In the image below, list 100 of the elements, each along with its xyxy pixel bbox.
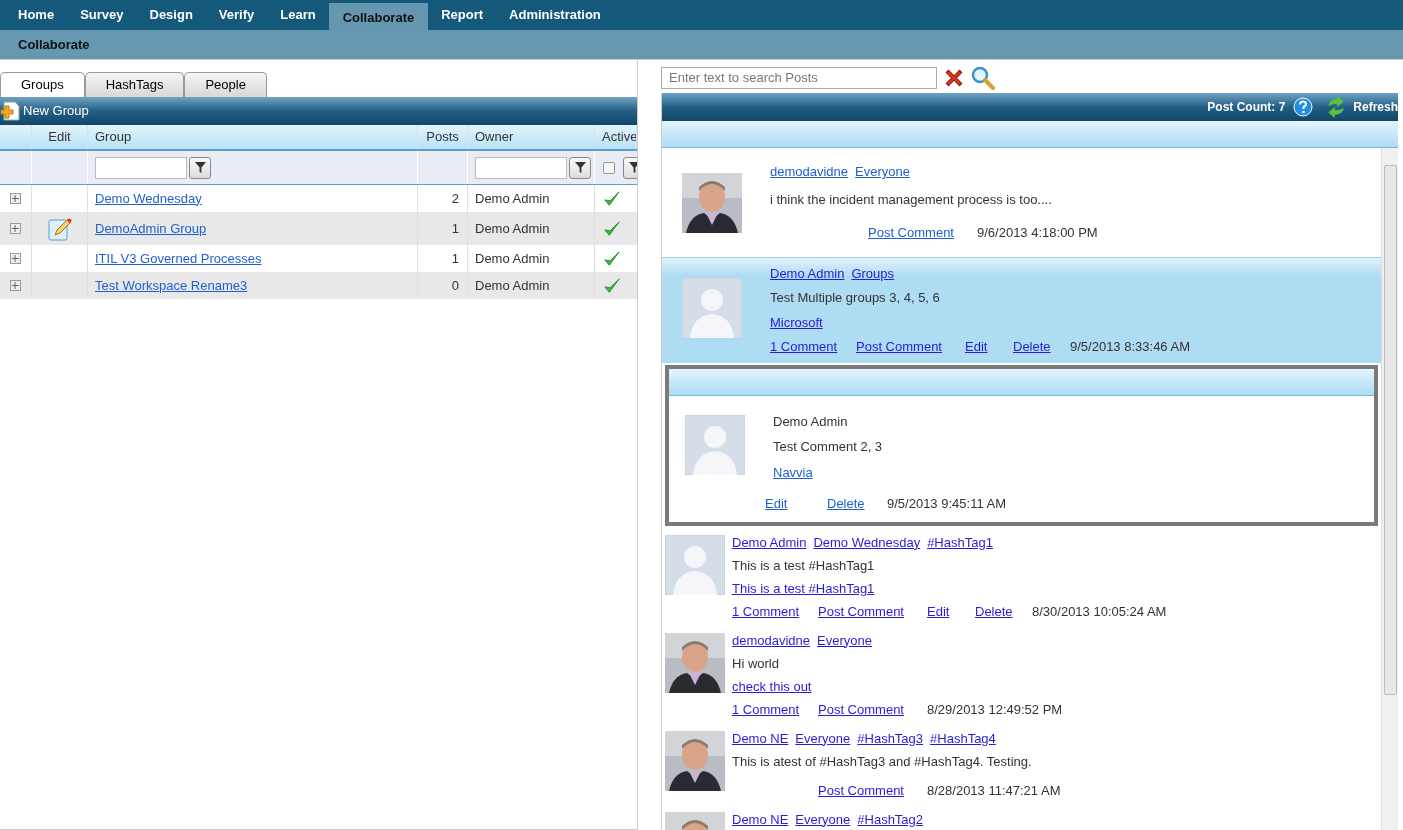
tag-link[interactable]: Everyone xyxy=(795,808,851,830)
posts-count: 2 xyxy=(451,189,459,208)
post-comment-link[interactable]: Post Comment xyxy=(856,339,942,354)
filter-icon xyxy=(574,162,586,173)
column-header[interactable]: Posts xyxy=(418,125,468,149)
column-header[interactable]: Edit xyxy=(32,125,88,149)
clear-icon[interactable] xyxy=(943,66,965,89)
author-link[interactable]: Demo NE xyxy=(732,808,789,830)
post-time: 8/28/2013 11:47:21 AM xyxy=(927,781,1061,800)
new-group-button[interactable]: New Group xyxy=(0,101,89,121)
delete-link[interactable]: Delete xyxy=(827,496,865,511)
tag-link[interactable]: Groups xyxy=(851,263,895,283)
nav-tab[interactable]: Verify xyxy=(205,0,268,30)
refresh-button[interactable]: Refresh xyxy=(1325,96,1398,118)
group-link[interactable]: DemoAdmin Group xyxy=(95,218,207,239)
tag-link[interactable]: #HashTag3 xyxy=(857,727,924,749)
post-count: Post Count: 7 xyxy=(1207,99,1286,116)
edit-link[interactable]: Edit xyxy=(927,603,950,619)
group-link[interactable]: Demo Wednesday xyxy=(95,188,202,209)
nav-tab[interactable]: Report xyxy=(428,0,497,30)
filter-icon xyxy=(194,162,206,173)
page-subtitle: Collaborate xyxy=(18,35,90,54)
group-filter-field[interactable] xyxy=(95,156,187,179)
author-link[interactable]: Demo NE xyxy=(732,727,789,749)
search-icon[interactable] xyxy=(971,65,995,90)
tab[interactable]: Groups xyxy=(0,72,85,97)
scrollbar[interactable] xyxy=(1381,148,1398,830)
edit-link[interactable]: Edit xyxy=(765,496,788,511)
plus-icon xyxy=(12,225,19,232)
tag-link[interactable]: Demo Wednesday xyxy=(813,531,921,553)
post-time: 8/30/2013 10:05:24 AM xyxy=(1032,602,1167,621)
edit-link[interactable]: Edit xyxy=(965,339,988,354)
tag-link[interactable]: Everyone xyxy=(795,727,851,749)
column-header[interactable]: Group xyxy=(88,125,418,149)
attachment-link[interactable]: check this out xyxy=(732,675,812,697)
author-link[interactable]: Demo Admin xyxy=(770,263,845,283)
expand-button[interactable] xyxy=(10,280,21,291)
nav-tab[interactable]: Administration xyxy=(496,0,614,30)
author-link[interactable]: Demo Admin xyxy=(732,531,807,553)
nav-tab[interactable]: Learn xyxy=(267,0,329,30)
post-time: 8/29/2013 12:49:52 PM xyxy=(927,700,1063,719)
owner-name: Demo Admin xyxy=(475,219,550,238)
default-avatar-icon xyxy=(685,414,745,475)
nav-tab[interactable]: Collaborate xyxy=(328,3,429,33)
post-time: 9/6/2013 4:18:00 PM xyxy=(977,224,1098,242)
tag-link[interactable]: Everyone xyxy=(855,162,910,182)
edit-icon[interactable] xyxy=(47,216,72,241)
author-link[interactable]: demodavidne xyxy=(770,162,849,182)
attachment-link[interactable]: This is a test #HashTag1 xyxy=(732,577,875,599)
owner-filter-field[interactable] xyxy=(475,156,567,179)
comments-link[interactable]: 1 Comment xyxy=(732,701,800,717)
search-field[interactable]: Enter text to search Posts xyxy=(661,66,937,89)
delete-link[interactable]: Delete xyxy=(1013,339,1051,354)
help-icon[interactable] xyxy=(1293,97,1314,117)
tab[interactable]: HashTags xyxy=(84,72,185,97)
posts-count: 1 xyxy=(451,249,459,268)
post-text: Hi world xyxy=(732,654,780,673)
post-comment-link[interactable]: Post Comment xyxy=(818,603,904,619)
group-link[interactable]: Test Workspace Rename3 xyxy=(95,275,248,296)
check-icon xyxy=(603,276,621,295)
comment-text: Test Comment 2, 3 xyxy=(773,438,883,456)
expand-button[interactable] xyxy=(10,223,21,234)
tag-link[interactable]: #HashTag2 xyxy=(857,808,924,830)
tab[interactable]: People xyxy=(184,72,267,97)
expand-button[interactable] xyxy=(10,253,21,264)
owner-name: Demo Admin xyxy=(475,189,550,208)
check-icon xyxy=(603,189,621,208)
delete-link[interactable]: Delete xyxy=(975,603,1013,619)
attachment-link[interactable]: Microsoft xyxy=(770,312,823,332)
tag-link[interactable]: #HashTag4 xyxy=(930,727,996,749)
tag-link[interactable]: Everyone xyxy=(817,629,872,651)
tag-link[interactable]: #HashTag1 xyxy=(927,531,993,553)
comments-link[interactable]: 1 Comment xyxy=(732,603,800,619)
active-filter-checkbox[interactable] xyxy=(603,161,615,174)
owner-name: Demo Admin xyxy=(475,276,550,295)
author-link[interactable]: demodavidne xyxy=(732,629,811,651)
nav-tab[interactable]: Survey xyxy=(67,0,137,30)
expand-button[interactable] xyxy=(10,193,21,204)
owner-name: Demo Admin xyxy=(475,249,550,268)
comment-author: Demo Admin xyxy=(773,412,849,431)
filter-button[interactable] xyxy=(569,156,591,179)
comments-link[interactable]: 1 Comment xyxy=(770,339,838,354)
filter-button[interactable] xyxy=(189,156,211,179)
post-text: This is atest of #HashTag3 and #HashTag4. Testing. xyxy=(732,752,1033,771)
attachment-link[interactable]: Navvia xyxy=(773,462,813,482)
post-comment-link[interactable]: Post Comment xyxy=(818,701,904,717)
post-text: i think the incident management process is too.... xyxy=(770,190,1053,209)
column-header[interactable]: Active xyxy=(595,125,637,149)
nav-tab[interactable]: Design xyxy=(136,0,206,30)
default-avatar-icon xyxy=(682,277,742,338)
post-comment-link[interactable]: Post Comment xyxy=(868,225,954,240)
column-header[interactable]: Owner xyxy=(468,125,595,149)
default-avatar-icon xyxy=(665,534,725,595)
post-time: 9/5/2013 8:33:46 AM xyxy=(1070,338,1190,356)
plus-icon xyxy=(12,195,19,202)
post-comment-link[interactable]: Post Comment xyxy=(818,782,904,798)
nav-tab[interactable]: Home xyxy=(5,0,68,30)
posts-count: 1 xyxy=(451,219,459,238)
comment-time: 9/5/2013 9:45:11 AM xyxy=(887,495,1007,513)
group-link[interactable]: ITIL V3 Governed Processes xyxy=(95,248,262,269)
